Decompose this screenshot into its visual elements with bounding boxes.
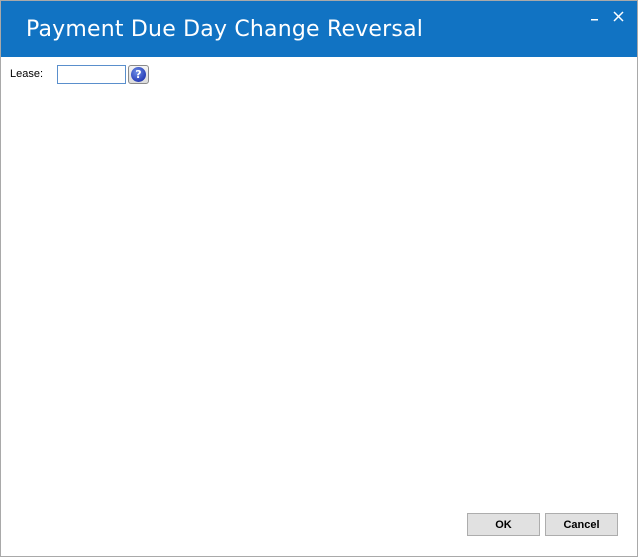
cancel-button[interactable]: Cancel [545,513,618,536]
minimize-button[interactable] [586,7,606,27]
title-bar[interactable]: Payment Due Day Change Reversal [1,1,637,57]
lease-input[interactable] [57,65,126,84]
minimize-icon [591,19,598,21]
lease-label: Lease: [10,68,44,80]
help-icon: ? [131,67,146,82]
dialog-window: Payment Due Day Change Reversal Lease: ?… [0,0,638,557]
lease-lookup-button[interactable]: ? [128,65,149,84]
close-button[interactable] [609,7,629,27]
dialog-title: Payment Due Day Change Reversal [26,17,424,42]
ok-button[interactable]: OK [467,513,540,536]
close-icon [613,11,624,22]
